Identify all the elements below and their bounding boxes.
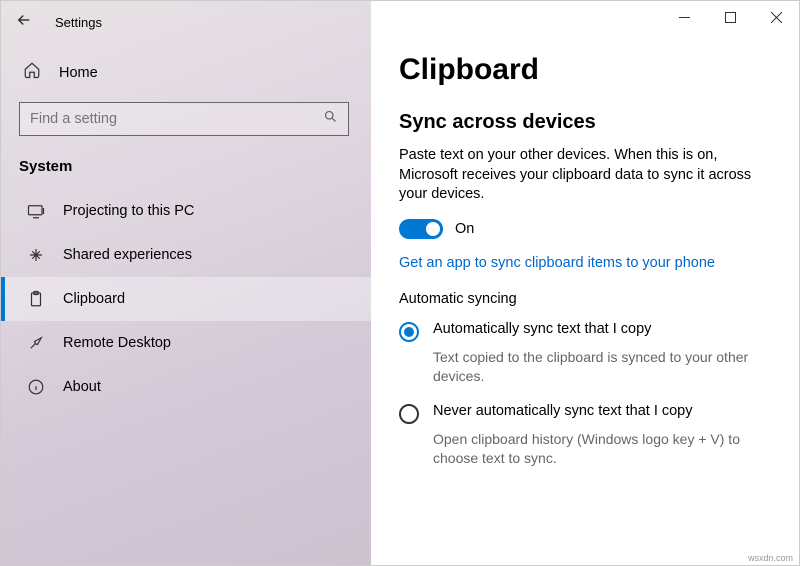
sync-section: Sync across devices Paste text on your o… xyxy=(371,87,799,486)
close-button[interactable] xyxy=(753,1,799,33)
search-input[interactable] xyxy=(30,111,323,127)
search-icon xyxy=(323,109,338,129)
window-controls xyxy=(661,1,799,33)
radio-icon xyxy=(399,404,419,424)
radio-description: Open clipboard history (Windows logo key… xyxy=(433,430,771,468)
radio-never-sync[interactable]: Never automatically sync text that I cop… xyxy=(399,403,771,424)
home-nav[interactable]: Home xyxy=(1,43,371,102)
sync-toggle[interactable] xyxy=(399,219,443,239)
nav-item-projecting[interactable]: Projecting to this PC xyxy=(1,189,371,233)
home-icon xyxy=(23,61,41,84)
app-title: Settings xyxy=(55,15,102,30)
home-label: Home xyxy=(59,65,98,81)
titlebar: Settings xyxy=(1,1,371,43)
section-description: Paste text on your other devices. When t… xyxy=(399,146,771,205)
radio-label: Automatically sync text that I copy xyxy=(433,321,651,342)
back-button[interactable] xyxy=(15,11,33,34)
nav-item-remote[interactable]: Remote Desktop xyxy=(1,321,371,365)
radio-auto-sync[interactable]: Automatically sync text that I copy xyxy=(399,321,771,342)
search-box[interactable] xyxy=(19,102,349,136)
clipboard-icon xyxy=(27,290,45,308)
shared-experiences-icon xyxy=(27,246,45,264)
watermark: wsxdn.com xyxy=(748,553,793,563)
minimize-button[interactable] xyxy=(661,1,707,33)
auto-sync-heading: Automatic syncing xyxy=(399,291,771,307)
settings-window: Settings Home System Projecting to this … xyxy=(0,0,800,566)
radio-label: Never automatically sync text that I cop… xyxy=(433,403,693,424)
radio-icon xyxy=(399,322,419,342)
nav-item-shared[interactable]: Shared experiences xyxy=(1,233,371,277)
category-label: System xyxy=(1,158,371,189)
nav-item-label: Shared experiences xyxy=(63,247,192,263)
nav-item-label: Clipboard xyxy=(63,291,125,307)
radio-description: Text copied to the clipboard is synced t… xyxy=(433,348,771,386)
get-app-link[interactable]: Get an app to sync clipboard items to yo… xyxy=(399,255,771,271)
section-heading: Sync across devices xyxy=(399,111,771,134)
content-pane: Clipboard Sync across devices Paste text… xyxy=(371,1,799,565)
maximize-button[interactable] xyxy=(707,1,753,33)
sidebar: Settings Home System Projecting to this … xyxy=(1,1,371,565)
nav-item-clipboard[interactable]: Clipboard xyxy=(1,277,371,321)
nav-list: Projecting to this PC Shared experiences… xyxy=(1,189,371,409)
remote-desktop-icon xyxy=(27,334,45,352)
nav-item-label: About xyxy=(63,379,101,395)
nav-item-label: Projecting to this PC xyxy=(63,203,194,219)
toggle-state-label: On xyxy=(455,221,474,237)
nav-item-about[interactable]: About xyxy=(1,365,371,409)
about-icon xyxy=(27,378,45,396)
sync-toggle-row: On xyxy=(399,219,771,239)
nav-item-label: Remote Desktop xyxy=(63,335,171,351)
projecting-icon xyxy=(27,202,45,220)
